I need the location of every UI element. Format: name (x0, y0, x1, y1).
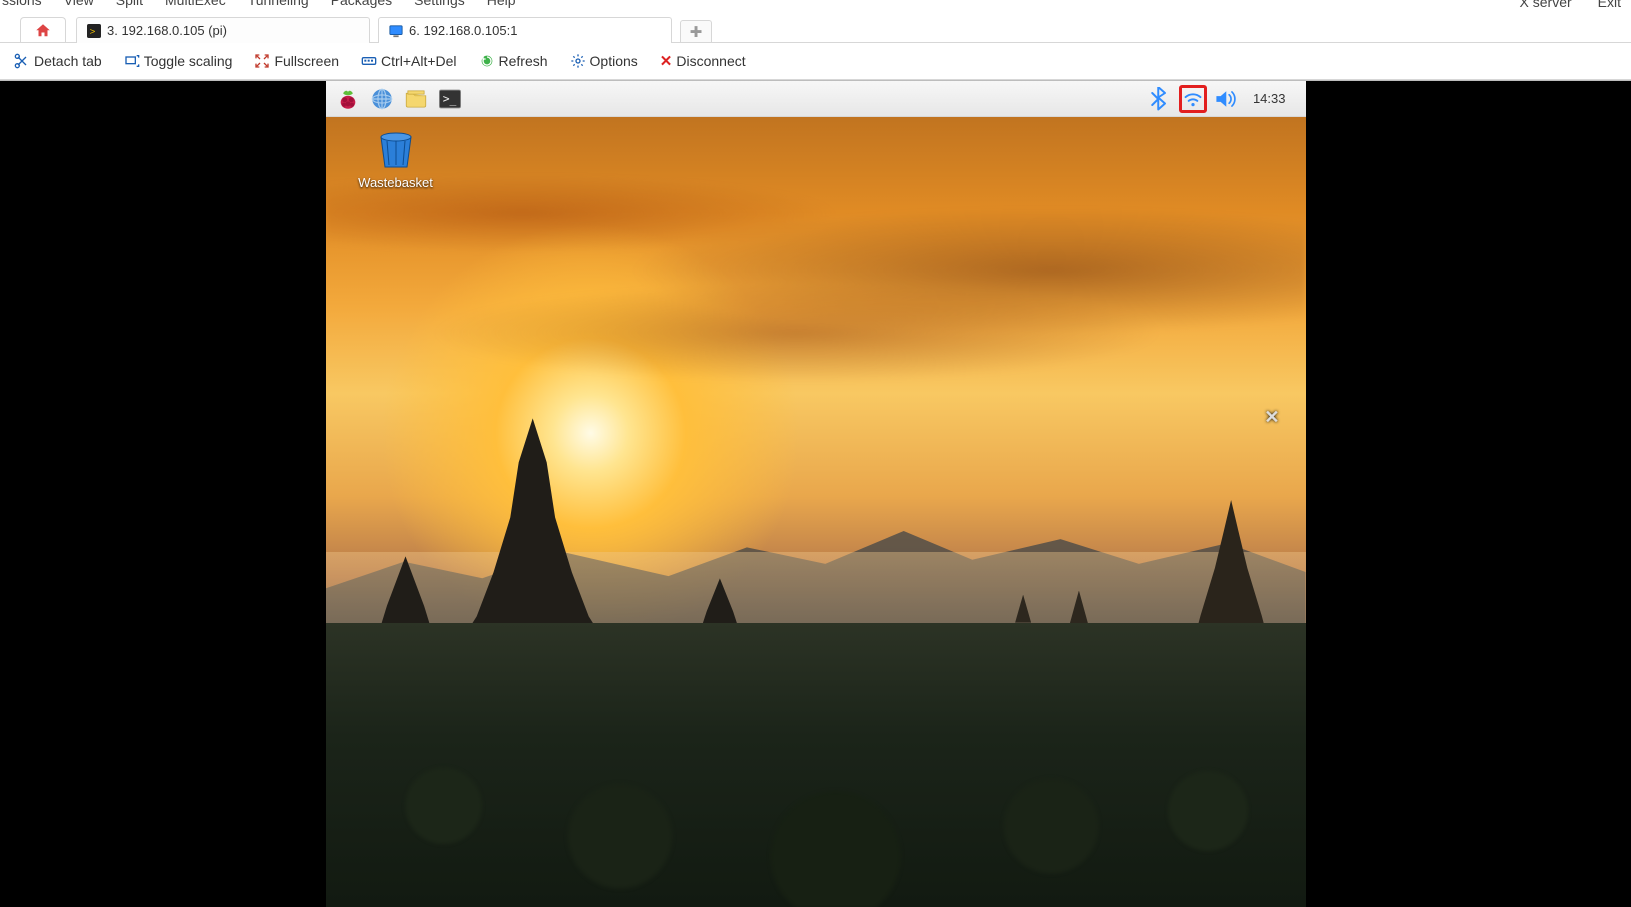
options-button[interactable]: Options (570, 53, 638, 69)
home-icon (34, 22, 52, 40)
scissors-icon (14, 53, 30, 69)
menu-split[interactable]: Split (116, 0, 143, 8)
refresh-icon (479, 53, 495, 69)
bluetooth-icon (1149, 87, 1169, 111)
close-icon: ✕ (660, 52, 673, 70)
tab-label: 6. 192.168.0.105:1 (409, 23, 517, 38)
disconnect-button[interactable]: ✕ Disconnect (660, 52, 746, 70)
menu-settings[interactable]: Settings (414, 0, 465, 8)
trash-icon (373, 129, 419, 169)
svg-text:>_: >_ (442, 91, 456, 105)
toolbar-label: Options (590, 53, 638, 69)
tab-vnc-session[interactable]: 6. 192.168.0.105:1 (378, 17, 672, 43)
menu-multiexec[interactable]: MultiExec (165, 0, 226, 8)
rpi-menu-button[interactable] (334, 85, 362, 113)
fullscreen-button[interactable]: Fullscreen (254, 53, 339, 69)
raspberry-icon (335, 86, 361, 112)
terminal-icon: >_ (437, 86, 463, 112)
exit-button[interactable]: Exit (1598, 0, 1621, 10)
toggle-scaling-button[interactable]: Toggle scaling (124, 53, 233, 69)
wastebasket-icon[interactable]: Wastebasket (352, 129, 440, 190)
toolbar-label: Refresh (499, 53, 548, 69)
vnc-toolbar: Detach tab Toggle scaling Fullscreen Ctr… (0, 43, 1631, 80)
wifi-tray[interactable] (1179, 85, 1207, 113)
menu-view[interactable]: View (64, 0, 94, 8)
terminal-launcher[interactable]: >_ (436, 85, 464, 113)
toolbar-label: Detach tab (34, 53, 102, 69)
bluetooth-tray[interactable] (1145, 85, 1173, 113)
speaker-icon (1215, 88, 1239, 110)
file-manager-launcher[interactable] (402, 85, 430, 113)
toolbar-label: Ctrl+Alt+Del (381, 53, 456, 69)
lxpanel: >_ 14:33 (326, 81, 1306, 117)
tab-label: 3. 192.168.0.105 (pi) (107, 23, 227, 38)
terminal-icon: > (87, 24, 101, 38)
app-menubar: ssions View Split MultiExec Tunneling Pa… (0, 0, 1631, 15)
plus-icon: ✚ (690, 23, 703, 41)
scaling-icon (124, 53, 140, 69)
fullscreen-icon (254, 53, 270, 69)
toolbar-label: Toggle scaling (144, 53, 233, 69)
ctrl-alt-del-button[interactable]: Ctrl+Alt+Del (361, 53, 456, 69)
svg-text:>: > (90, 26, 96, 37)
folder-icon (403, 86, 429, 112)
refresh-button[interactable]: Refresh (479, 53, 548, 69)
wifi-icon (1183, 88, 1203, 110)
remote-desktop-wallpaper[interactable]: Wastebasket ✕ (326, 117, 1306, 907)
vnc-icon (389, 24, 403, 38)
tab-ssh-session[interactable]: > 3. 192.168.0.105 (pi) (76, 17, 370, 43)
remote-desktop[interactable]: >_ 14:33 (326, 81, 1306, 907)
menu-help[interactable]: Help (487, 0, 516, 8)
new-tab-button[interactable]: ✚ (680, 20, 712, 43)
cursor-mark-icon: ✕ (1264, 407, 1279, 428)
volume-tray[interactable] (1213, 85, 1241, 113)
menu-tunneling[interactable]: Tunneling (248, 0, 309, 8)
clock[interactable]: 14:33 (1247, 91, 1292, 106)
menu-packages[interactable]: Packages (331, 0, 392, 8)
globe-icon (369, 86, 395, 112)
home-tab[interactable] (20, 17, 66, 43)
xserver-button[interactable]: X server (1520, 0, 1572, 10)
gear-icon (570, 53, 586, 69)
vnc-viewport: >_ 14:33 (0, 80, 1631, 907)
menu-sessions[interactable]: ssions (2, 0, 42, 8)
toolbar-label: Disconnect (676, 53, 745, 69)
app-topright: X server Exit (1520, 0, 1621, 10)
desktop-icon-label: Wastebasket (358, 175, 433, 190)
browser-launcher[interactable] (368, 85, 396, 113)
detach-tab-button[interactable]: Detach tab (14, 53, 102, 69)
toolbar-label: Fullscreen (274, 53, 339, 69)
keyboard-icon (361, 53, 377, 69)
tab-strip: > 3. 192.168.0.105 (pi) 6. 192.168.0.105… (0, 15, 1631, 43)
